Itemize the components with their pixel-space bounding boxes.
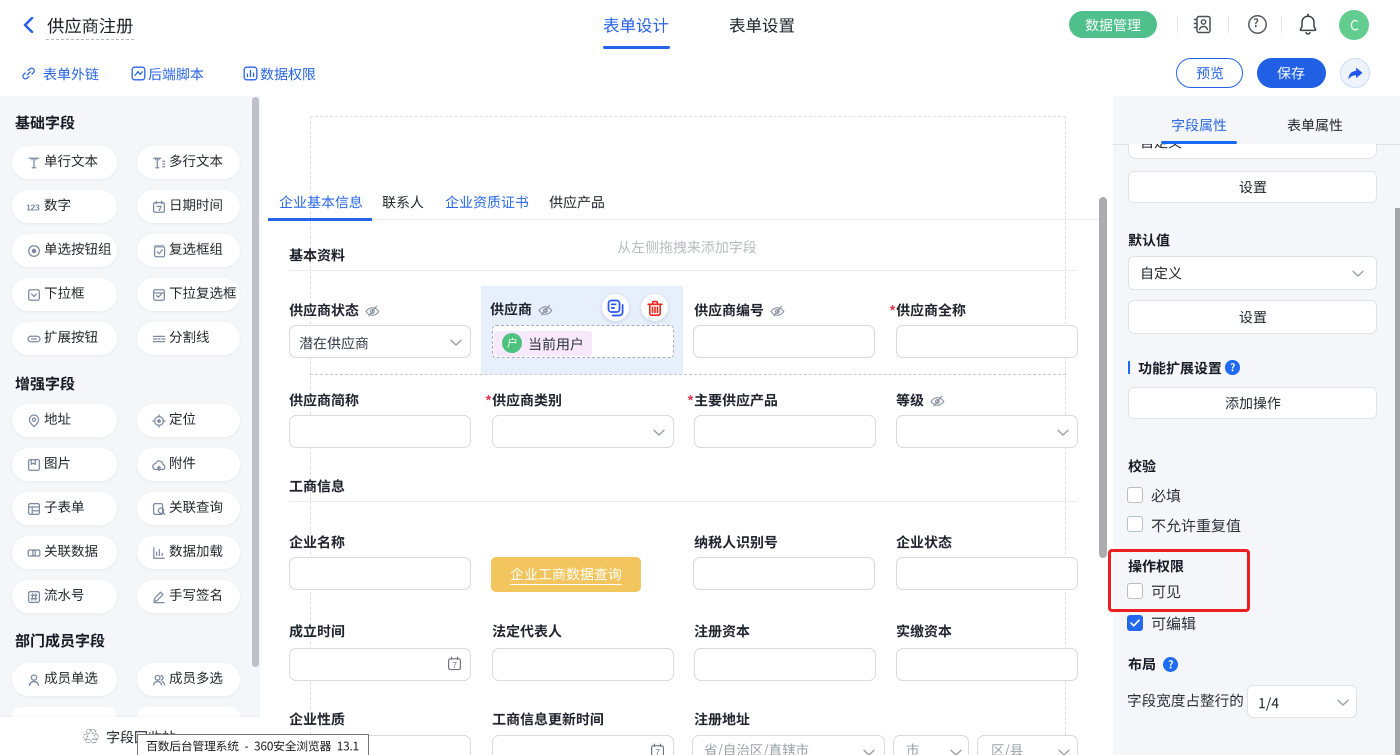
svg-text:7: 7 [655,747,660,755]
svg-text:123: 123 [27,202,40,212]
svg-text:7: 7 [452,660,457,670]
